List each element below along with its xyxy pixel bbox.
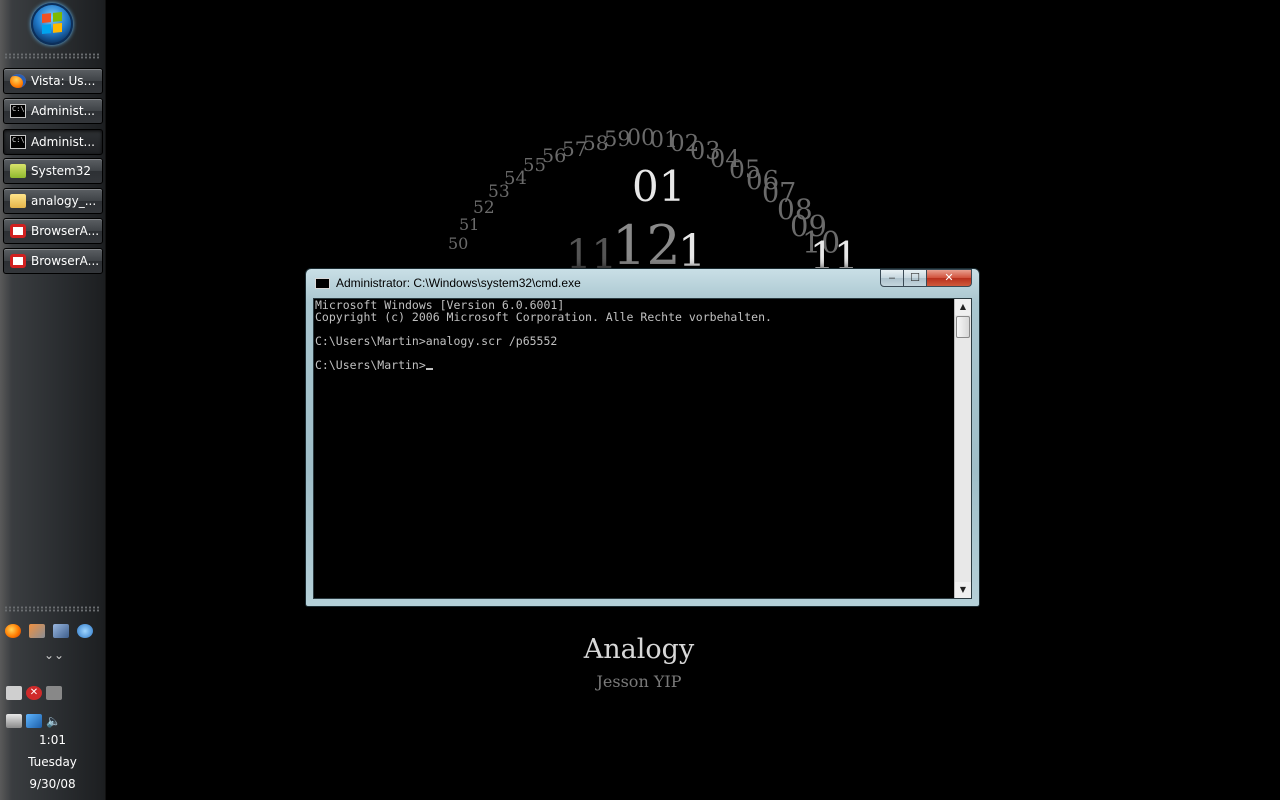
text-cursor: [425, 368, 433, 370]
taskbar-button-label: Administ...: [31, 135, 95, 149]
browser-icon: [10, 224, 26, 238]
taskbar-button-browser-2[interactable]: BrowserA...: [3, 248, 103, 274]
scroll-up-arrow-icon[interactable]: ▲: [955, 299, 971, 315]
network-icon[interactable]: [29, 624, 45, 638]
clock-time[interactable]: 1:01: [0, 733, 105, 747]
firefox-icon: [10, 74, 26, 88]
taskbar-button-browser[interactable]: BrowserA...: [3, 218, 103, 244]
close-button[interactable]: ✕: [926, 269, 972, 287]
vertical-taskbar: Vista: Use... Administ... Administ... Sy…: [0, 0, 106, 800]
notification-area-row: ✕: [6, 686, 62, 700]
folder-icon: [10, 164, 26, 178]
monitor-icon[interactable]: [46, 686, 62, 700]
minimize-button[interactable]: ‒: [880, 269, 904, 287]
folder-icon: [10, 194, 26, 208]
internet-icon[interactable]: [77, 624, 93, 638]
network-status-icon[interactable]: [26, 714, 42, 728]
chevron-down-icon[interactable]: ⌄⌄: [44, 648, 64, 662]
console-output: Microsoft Windows [Version 6.0.6001] Copy…: [315, 299, 772, 371]
firefox-icon[interactable]: [5, 624, 21, 638]
clock-day[interactable]: Tuesday: [0, 755, 105, 769]
cmd-window[interactable]: Administrator: C:\Windows\system32\cmd.e…: [305, 268, 980, 607]
cmd-icon[interactable]: [315, 278, 330, 289]
windows-start-orb-icon[interactable]: [31, 3, 73, 45]
cmd-icon: [10, 135, 26, 149]
taskbar-button-label: analogy_...: [31, 194, 97, 208]
scrollbar-thumb[interactable]: [956, 316, 970, 338]
notification-area-row: 🔈: [6, 714, 62, 728]
taskbar-button-system32[interactable]: System32: [3, 158, 103, 184]
vertical-scrollbar[interactable]: ▲ ▼: [954, 299, 971, 598]
console-line: C:\Users\Martin>analogy.scr /p65552: [315, 334, 558, 348]
browser-icon: [10, 254, 26, 268]
taskbar-button-label: Administ...: [31, 104, 95, 118]
taskbar-button-analogy[interactable]: analogy_...: [3, 188, 103, 214]
window-title: Administrator: C:\Windows\system32\cmd.e…: [336, 276, 581, 290]
scroll-down-arrow-icon[interactable]: ▼: [955, 582, 971, 598]
taskbar-button-firefox[interactable]: Vista: Use...: [3, 68, 103, 94]
console-area[interactable]: Microsoft Windows [Version 6.0.6001] Copy…: [313, 298, 972, 599]
screensaver-title: Analogy: [583, 634, 695, 665]
title-bar[interactable]: Administrator: C:\Windows\system32\cmd.e…: [306, 269, 979, 297]
security-shield-icon[interactable]: ✕: [26, 686, 42, 700]
screensaver-author: Jesson YIP: [596, 672, 682, 691]
maximize-button[interactable]: ☐: [903, 269, 927, 287]
prompt-line: C:\Users\Martin>: [315, 359, 772, 371]
taskbar-button-cmd[interactable]: Administ...: [3, 98, 103, 124]
windows-flag-icon: [42, 11, 62, 35]
minute-number: 01: [632, 162, 686, 211]
console-line: Copyright (c) 2006 Microsoft Corporation…: [315, 310, 772, 324]
taskbar-button-label: System32: [31, 164, 92, 178]
cmd-icon: [10, 104, 26, 118]
battery-icon[interactable]: [6, 714, 22, 728]
taskbar-button-label: Vista: Use...: [31, 74, 102, 88]
prompt-text: C:\Users\Martin>: [315, 358, 426, 372]
clock-date[interactable]: 9/30/08: [0, 777, 105, 791]
quick-launch-bar: [5, 624, 93, 638]
taskbar-button-cmd-active[interactable]: Administ...: [3, 129, 103, 155]
taskbar-grip[interactable]: [4, 53, 101, 59]
taskbar-grip[interactable]: [4, 606, 101, 612]
taskbar-button-label: BrowserA...: [31, 254, 100, 268]
camera-icon[interactable]: [6, 686, 22, 700]
volume-icon[interactable]: 🔈: [46, 714, 62, 728]
taskbar-button-label: BrowserA...: [31, 224, 100, 238]
dial-number: 50: [448, 234, 469, 253]
tool-icon[interactable]: [53, 624, 69, 638]
